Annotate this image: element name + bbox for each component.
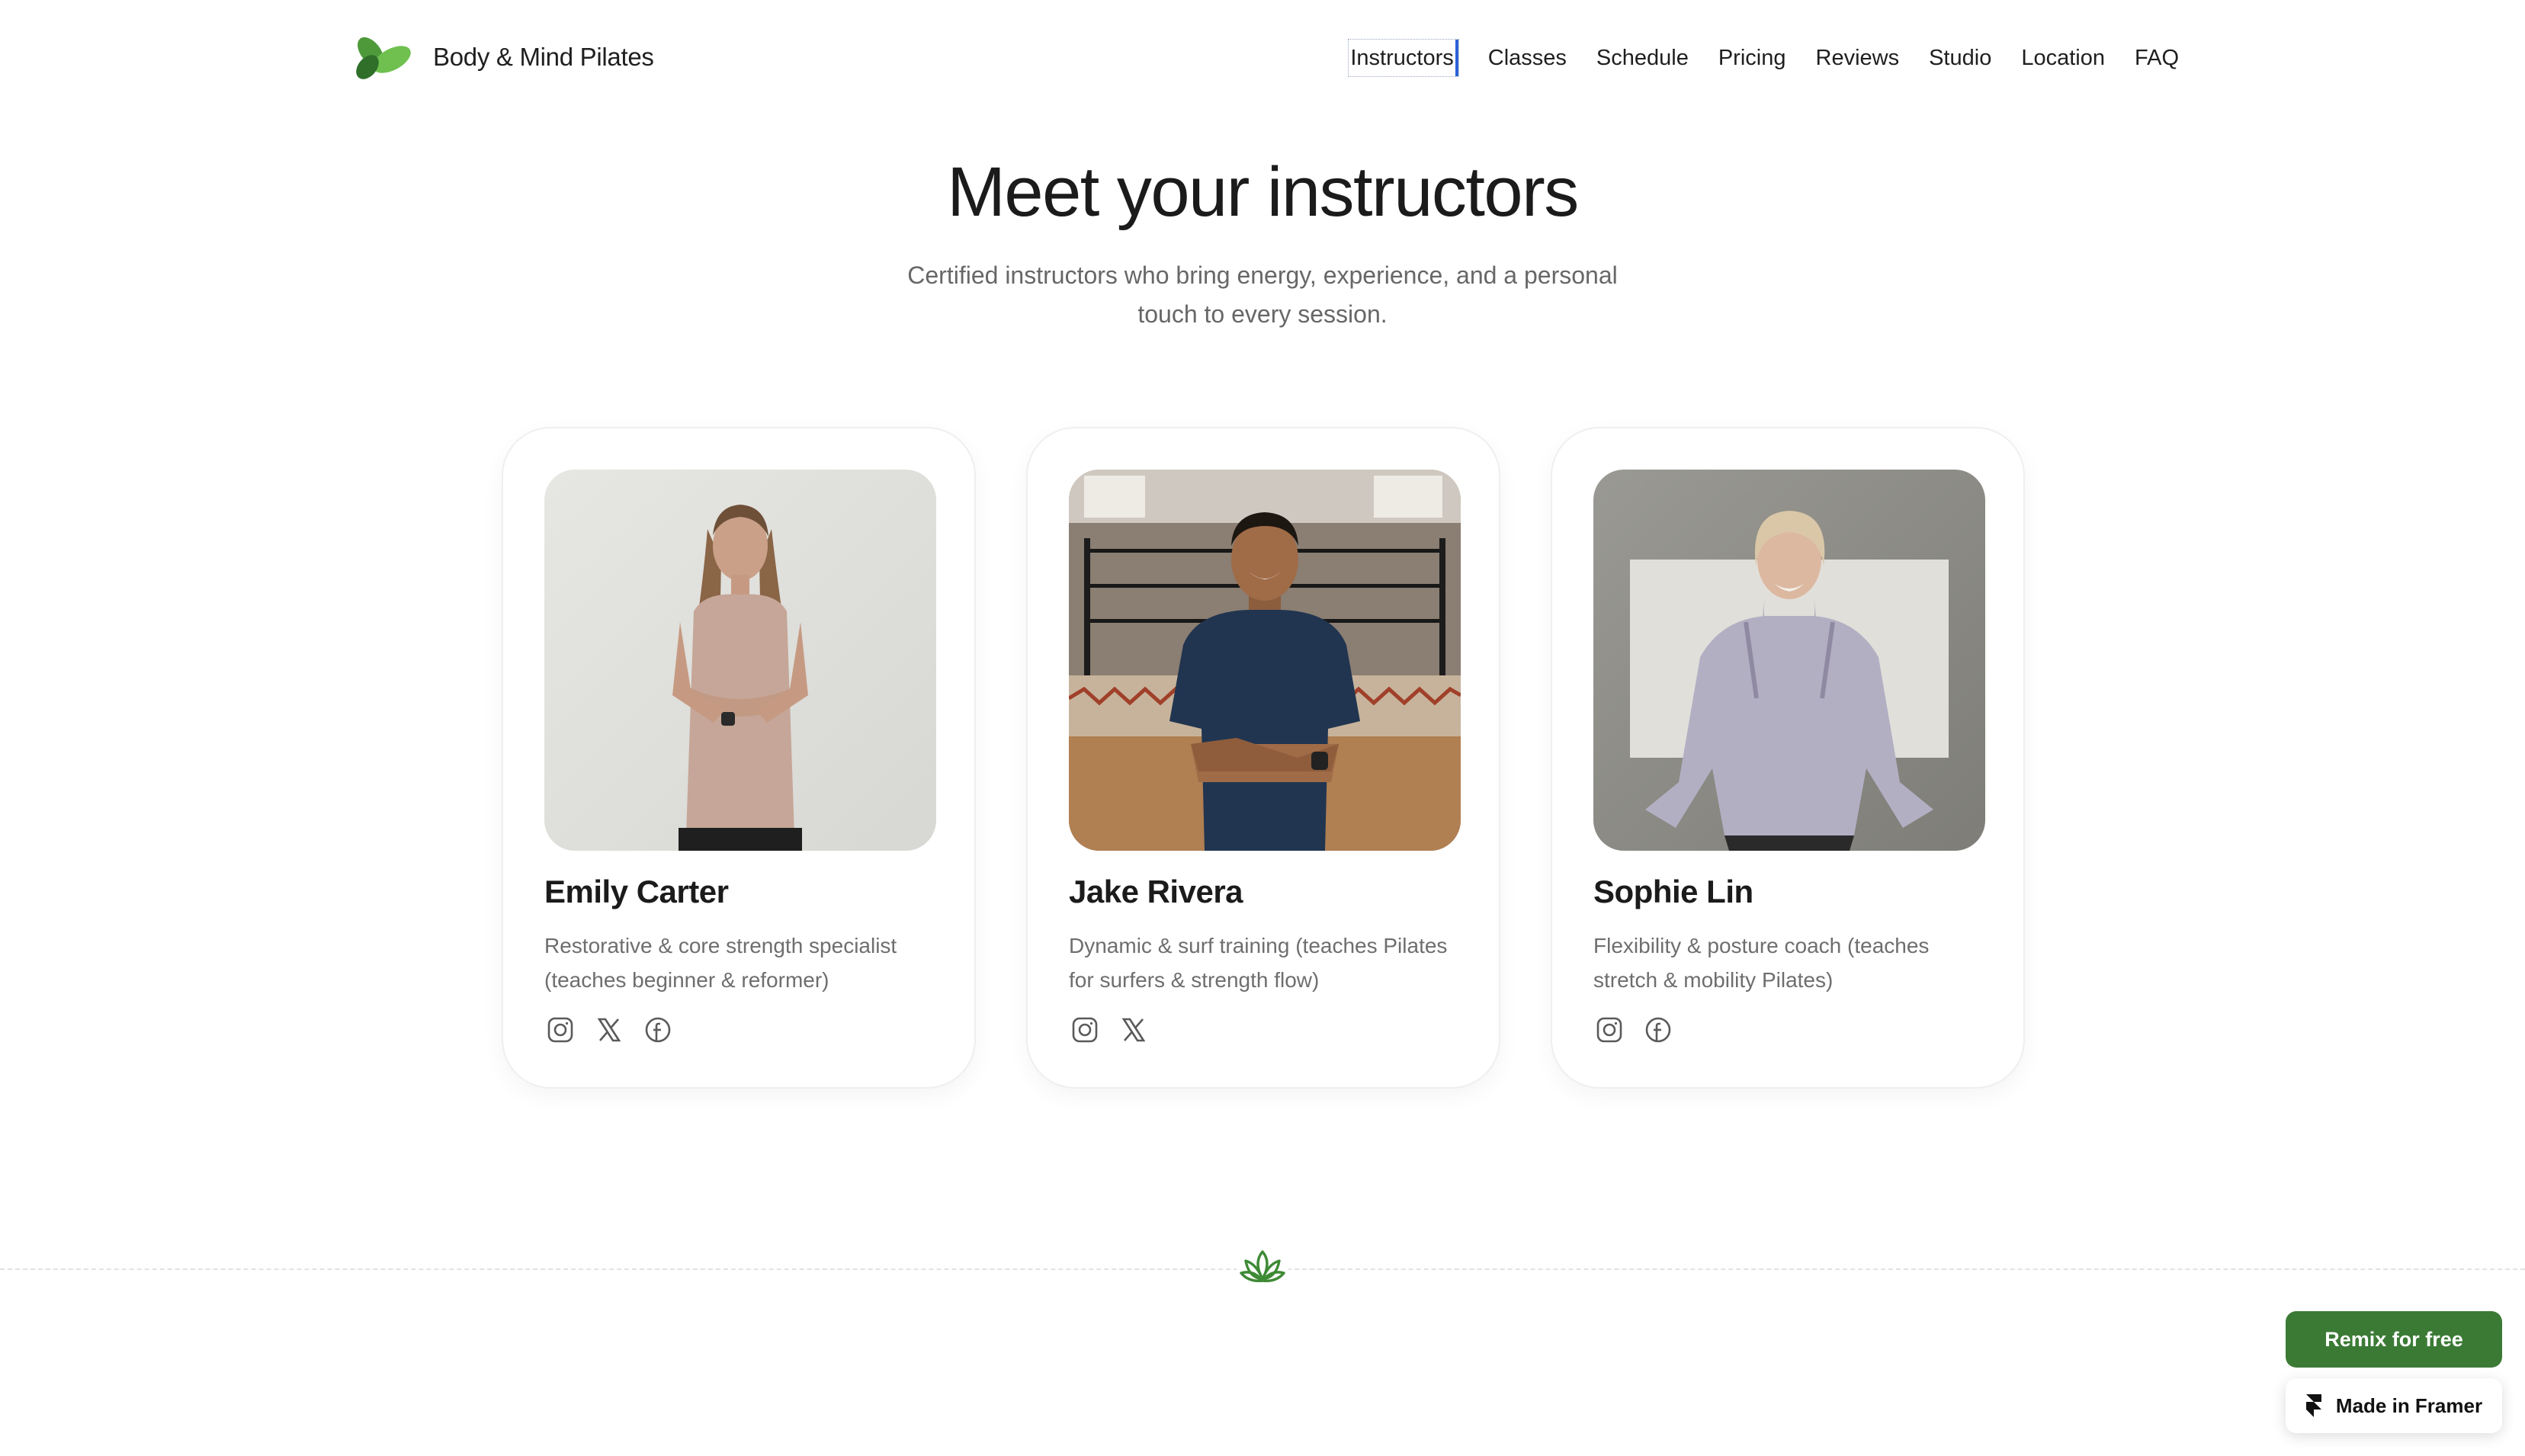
instagram-icon[interactable]: [544, 1014, 576, 1046]
nav-item-classes[interactable]: Classes: [1488, 40, 1567, 76]
x-icon[interactable]: [593, 1014, 625, 1046]
facebook-icon[interactable]: [642, 1014, 674, 1046]
instructor-card: Emily Carter Restorative & core strength…: [502, 427, 976, 1089]
instructor-photo: [1069, 470, 1461, 851]
lotus-icon: [1237, 1244, 1288, 1288]
page-subtitle: Certified instructors who bring energy, …: [907, 261, 1618, 328]
nav-item-studio[interactable]: Studio: [1929, 40, 1991, 76]
remix-button[interactable]: Remix for free: [2286, 1311, 2502, 1368]
nav-item-schedule[interactable]: Schedule: [1596, 40, 1689, 76]
leaf-icon: [356, 37, 411, 79]
instructor-role: Flexibility & posture coach (teaches str…: [1593, 934, 1930, 992]
nav-item-location[interactable]: Location: [2021, 40, 2105, 76]
page-title: Meet your instructors: [947, 153, 1579, 231]
social-links: [1593, 1014, 1691, 1046]
nav-item-instructors[interactable]: Instructors: [1348, 39, 1459, 77]
instructor-name: Jake Rivera: [1069, 874, 1243, 909]
page: Body & Mind Pilates Instructors Classes …: [0, 0, 2525, 1456]
framer-icon: [2305, 1394, 2321, 1417]
nav-item-reviews[interactable]: Reviews: [1816, 40, 1900, 76]
instructor-role: Dynamic & surf training (teaches Pilates…: [1069, 934, 1448, 992]
instructor-photo: [1593, 470, 1985, 851]
framer-label: Made in Framer: [2335, 1393, 2483, 1417]
instructor-role: Restorative & core strength specialist (…: [544, 934, 897, 992]
x-icon[interactable]: [1118, 1014, 1150, 1046]
instructor-card: Sophie Lin Flexibility & posture coach (…: [1551, 427, 2025, 1089]
made-in-framer-badge[interactable]: Made in Framer: [2286, 1378, 2502, 1433]
nav-item-faq[interactable]: FAQ: [2135, 40, 2179, 76]
instructor-name: Emily Carter: [544, 874, 729, 909]
brand-name: Body & Mind Pilates: [433, 43, 654, 71]
social-links: [544, 1014, 691, 1046]
main-nav: Instructors Classes Schedule Pricing Rev…: [1348, 39, 2179, 77]
instagram-icon[interactable]: [1069, 1014, 1101, 1046]
social-links: [1069, 1014, 1166, 1046]
brand[interactable]: Body & Mind Pilates: [349, 32, 654, 82]
instructor-card: Jake Rivera Dynamic & surf training (tea…: [1026, 427, 1500, 1089]
facebook-icon[interactable]: [1642, 1014, 1674, 1046]
instructor-photo: [544, 470, 936, 851]
instagram-icon[interactable]: [1593, 1014, 1625, 1046]
nav-item-pricing[interactable]: Pricing: [1718, 40, 1786, 76]
instructor-name: Sophie Lin: [1593, 874, 1753, 909]
